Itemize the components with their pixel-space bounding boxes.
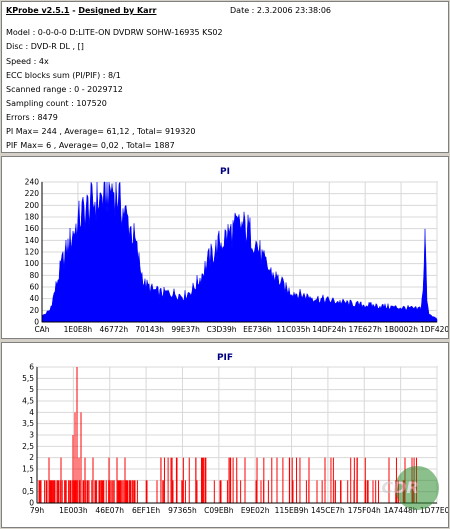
pif-y-tick-label: 6: [29, 363, 34, 372]
watermark-text: CDR: [381, 478, 418, 497]
pi-x-tick-label: 1E0E8h: [64, 325, 93, 334]
model-line: Model : 0-0-0-0 D:LITE-ON DVDRW SOHW-169…: [6, 28, 223, 37]
pi-x-tick-label: 14DF24h: [312, 325, 346, 334]
pif-y-tick-label: 1: [29, 476, 34, 485]
pi-chart-panel: PI 0 20 40 60 80 100 120 140 160 180 200 220 240 CAh 1E…: [1, 156, 449, 339]
info-panel: KProbe v2.5.1 - Designed by Karr Date : …: [1, 1, 449, 153]
scan-date: Date : 2.3.2006 23:38:06: [230, 6, 331, 15]
pif-x-tick-label: E9E02h: [241, 506, 270, 515]
pif-chart-panel: PIF 0 0,5 1 1,5 2 2,5 3 3,5 4 4,5 5 5,5 6 79h 1E003h 46E…: [1, 342, 449, 528]
errors-line: Errors : 8479: [6, 113, 58, 122]
sampling-line: Sampling count : 107520: [6, 99, 107, 108]
ecc-line: ECC blocks sum (PI/PIF) : 8/1: [6, 71, 121, 80]
pi-chart-title: PI: [220, 167, 230, 177]
pi-y-tick-label: 40: [29, 294, 39, 303]
pif-stats-line: PIF Max= 6 , Average= 0,02 , Total= 1887: [6, 141, 175, 150]
pi-x-tick-label: C3D39h: [206, 325, 236, 334]
pif-y-tick-label: 2: [29, 453, 34, 462]
pif-x-tick-label: 6EF1Eh: [132, 506, 160, 515]
pif-x-tick-label: 79h: [30, 506, 45, 515]
pi-x-tick-label: 70143h: [135, 325, 164, 334]
pi-x-tick-label: 99E37h: [171, 325, 200, 334]
pif-y-tick-label: 1,5: [22, 465, 34, 474]
pi-y-tick-label: 220: [25, 189, 40, 198]
pif-x-tick-label: 97365h: [168, 506, 197, 515]
pif-y-tick-label: 5,5: [22, 374, 34, 383]
pi-x-tick-label: 1B0002h: [384, 325, 418, 334]
pif-y-tick-label: 3,5: [22, 419, 34, 428]
pif-x-tick-label: 1E003h: [59, 506, 88, 515]
pif-chart-title: PIF: [217, 353, 233, 363]
pif-y-tick-label: 4: [29, 408, 34, 417]
pi-y-tick-label: 180: [25, 213, 40, 222]
pif-y-tick-label: 2,5: [22, 442, 34, 451]
pif-chart: PIF00,511,522,533,544,555,5679h 1E003h 46E…: [22, 353, 448, 515]
app-title: KProbe v2.5.1 - Designed by Karr: [6, 6, 157, 15]
pi-y-tick-label: 100: [25, 259, 40, 268]
pi-x-tick-label: 1DF420h: [420, 325, 448, 334]
pi-y-tick-label: 20: [29, 306, 39, 315]
pif-x-tick-label: C09EBh: [204, 506, 234, 515]
pif-y-tick-label: 5: [29, 385, 34, 394]
pi-x-tick-label: 17E627h: [349, 325, 383, 334]
range-line: Scanned range : 0 - 2029712: [6, 85, 123, 94]
pi-y-tick-label: 120: [25, 248, 40, 257]
pi-y-tick-label: 60: [29, 283, 39, 292]
speed-line: Speed : 4x: [6, 57, 49, 66]
disc-line: Disc : DVD-R DL , []: [6, 42, 84, 51]
pi-y-tick-label: 160: [25, 224, 40, 233]
pi-chart: PI020406080100120140160180200220240CAh 1E…: [25, 167, 448, 334]
pif-y-tick-label: 0,5: [22, 487, 34, 496]
pif-y-tick-label: 3: [29, 431, 34, 440]
pi-x-tick-label: EE736h: [243, 325, 272, 334]
pi-y-tick-label: 200: [25, 201, 40, 210]
pi-x-tick-label: 46772h: [100, 325, 129, 334]
pi-y-tick-label: 240: [25, 178, 40, 187]
pif-x-tick-label: 46E07h: [95, 506, 124, 515]
pi-x-tick-label: 11C035h: [276, 325, 310, 334]
pi-y-tick-label: 80: [29, 271, 39, 280]
pi-x-tick-label: CAh: [34, 325, 49, 334]
pi-y-tick-label: 140: [25, 236, 40, 245]
pi-stats-line: PI Max= 244 , Average= 61,12 , Total= 91…: [6, 127, 196, 136]
pif-x-tick-label: 145CE7h: [311, 506, 345, 515]
pif-x-tick-label: 175F04h: [348, 506, 381, 515]
pif-y-tick-label: 4,5: [22, 397, 34, 406]
pif-x-tick-label: 115EB9h: [275, 506, 309, 515]
